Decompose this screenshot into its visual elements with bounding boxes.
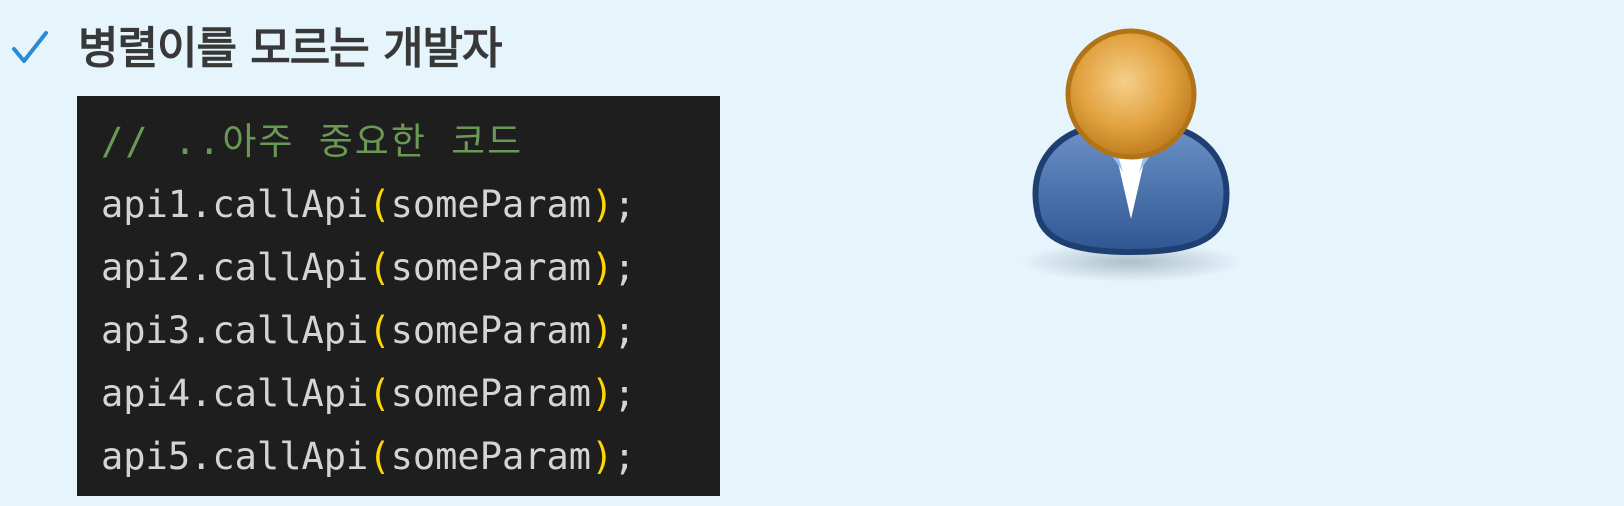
code-line: api3.callApi(someParam); [101,299,720,362]
code-arg: someParam [390,309,592,352]
code-semicolon: ; [613,309,636,352]
code-call: api1.callApi [101,183,369,226]
code-paren-close: ) [591,372,614,415]
slide-heading: 병렬이를 모르는 개발자 [78,23,502,74]
code-paren-close: ) [591,309,614,352]
bullet-row: 병렬이를 모르는 개발자 [8,14,502,84]
code-arg: someParam [390,435,592,478]
code-line: api1.callApi(someParam); [101,173,720,236]
code-paren-open: ( [368,372,391,415]
user-avatar-icon [1019,28,1243,282]
code-paren-close: ) [591,435,614,478]
code-comment: // ..아주 중요한 코드 [101,120,524,163]
code-call: api5.callApi [101,435,369,478]
code-paren-open: ( [368,435,391,478]
code-line: api5.callApi(someParam); [101,425,720,488]
code-paren-open: ( [368,309,391,352]
code-line: api4.callApi(someParam); [101,362,720,425]
code-line: api2.callApi(someParam); [101,236,720,299]
code-arg: someParam [390,372,592,415]
code-block: // ..아주 중요한 코드 api1.callApi(someParam); … [77,96,720,496]
code-semicolon: ; [613,183,636,226]
code-semicolon: ; [613,246,636,289]
check-icon [12,31,48,63]
code-paren-close: ) [591,183,614,226]
code-paren-open: ( [368,246,391,289]
code-arg: someParam [390,246,592,289]
code-arg: someParam [390,183,592,226]
code-semicolon: ; [613,372,636,415]
code-paren-open: ( [368,183,391,226]
code-call: api3.callApi [101,309,369,352]
code-call: api4.callApi [101,372,369,415]
code-semicolon: ; [613,435,636,478]
code-paren-close: ) [591,246,614,289]
code-call: api2.callApi [101,246,369,289]
